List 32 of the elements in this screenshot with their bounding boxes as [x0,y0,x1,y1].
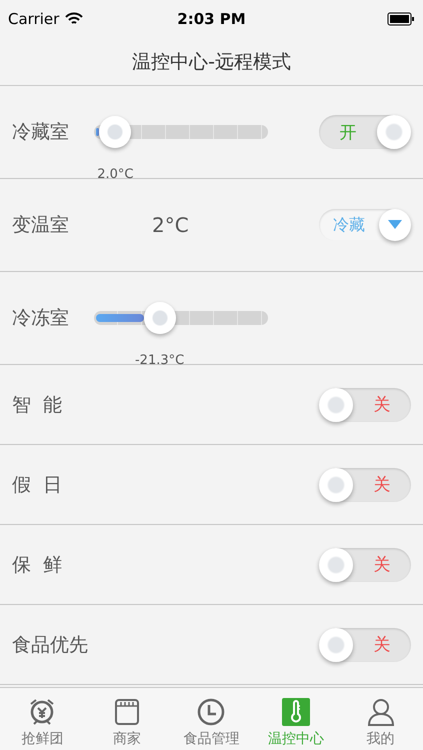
slider-thumb[interactable] [99,116,132,148]
tab-bar-item[interactable]: 食品管理 [169,688,254,750]
toggle-switch[interactable]: 关 [319,628,411,662]
row-label: 保 鲜 [12,552,64,578]
mode-dropdown[interactable]: 冷藏 [319,209,411,241]
caret-icon [388,220,402,230]
toggle-switch[interactable]: 开 [319,115,411,149]
user-icon [366,697,396,727]
clock-icon [196,697,226,727]
temperature-value: 2°C [152,213,189,237]
carrier-name: Carrier [8,10,60,28]
tab-bar-item[interactable]: 我的 [338,688,423,750]
page-title: 温控中心-远程模式 [132,50,291,74]
row-label: 智 能 [12,392,64,418]
temperature-reading: -21.3°C [134,353,184,368]
toggle-switch[interactable]: 关 [319,388,411,422]
battery-icon [387,12,415,26]
tab-bar-item[interactable]: 抢鲜团 [0,688,85,750]
wifi-icon [65,12,84,26]
row-label: 假 日 [12,472,64,498]
slider-thumb[interactable] [144,302,176,334]
row-label: 冷藏室 [12,120,70,145]
row-label: 食品优先 [12,632,89,658]
row-label: 冷冻室 [12,306,70,331]
tab-bar-item[interactable]: 温控中心 [254,688,338,750]
thermometer-icon [281,697,312,727]
toggle-switch[interactable]: 关 [319,468,411,502]
tab-bar-item[interactable]: 商家 [84,688,170,750]
status-time: 2:03 PM [177,10,246,28]
toggle-switch[interactable]: 关 [319,548,411,582]
temperature-reading: 2.0°C [97,167,134,182]
row-label: 变温室 [12,213,70,238]
